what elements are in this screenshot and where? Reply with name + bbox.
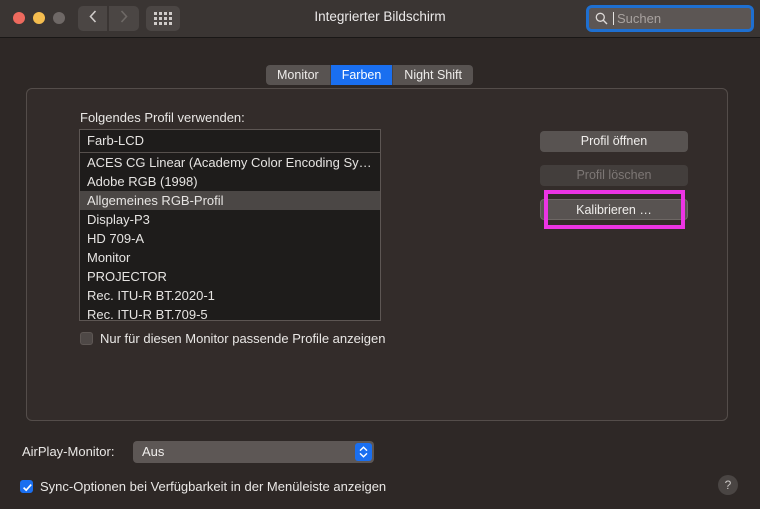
filter-profiles-checkbox[interactable]	[80, 332, 93, 345]
list-item[interactable]: PROJECTOR	[80, 267, 380, 286]
list-item[interactable]: ACES CG Linear (Academy Color Encoding S…	[80, 153, 380, 172]
chevron-up-down-icon[interactable]	[355, 443, 372, 461]
filter-profiles-label: Nur für diesen Monitor passende Profile …	[100, 331, 386, 346]
profile-list-label: Folgendes Profil verwenden:	[80, 110, 245, 125]
airplay-monitor-value: Aus	[142, 444, 165, 459]
search-field-inner[interactable]: Suchen	[589, 8, 751, 29]
profile-list-header: Farb-LCD	[80, 130, 380, 153]
filter-profiles-checkbox-row[interactable]: Nur für diesen Monitor passende Profile …	[80, 331, 385, 346]
list-item[interactable]: HD 709-A	[80, 229, 380, 248]
sync-options-checkbox-row[interactable]: Sync-Optionen bei Verfügbarkeit in der M…	[20, 479, 386, 494]
search-icon	[595, 12, 608, 25]
open-profile-button[interactable]: Profil öffnen	[540, 131, 688, 152]
tab-night-shift[interactable]: Night Shift	[393, 65, 473, 85]
tab-farben[interactable]: Farben	[330, 65, 394, 85]
tab-bar: Monitor Farben Night Shift	[266, 65, 473, 85]
search-text-cursor	[613, 12, 614, 25]
list-item[interactable]: Monitor	[80, 248, 380, 267]
search-field[interactable]: Suchen	[586, 5, 754, 32]
sync-options-label: Sync-Optionen bei Verfügbarkeit in der M…	[40, 479, 387, 494]
profile-list[interactable]: Farb-LCD ACES CG Linear (Academy Color E…	[79, 129, 381, 321]
help-button[interactable]: ?	[718, 475, 738, 495]
delete-profile-button: Profil löschen	[540, 165, 688, 186]
tab-monitor[interactable]: Monitor	[266, 65, 331, 85]
list-item[interactable]: Rec. ITU-R BT.709-5	[80, 305, 380, 320]
list-item[interactable]: Display-P3	[80, 210, 380, 229]
chevron-up-down-glyph	[359, 446, 368, 458]
airplay-monitor-label: AirPlay-Monitor:	[22, 444, 115, 459]
window-titlebar: Integrierter Bildschirm Suchen	[0, 0, 760, 38]
calibrate-button-highlight	[544, 190, 685, 229]
sync-options-checkbox[interactable]	[20, 480, 33, 493]
list-item[interactable]: Rec. ITU-R BT.2020-1	[80, 286, 380, 305]
list-item[interactable]: Adobe RGB (1998)	[80, 172, 380, 191]
airplay-monitor-select[interactable]: Aus	[133, 441, 374, 463]
list-item-selected[interactable]: Allgemeines RGB-Profil	[80, 191, 380, 210]
checkmark-icon	[22, 484, 32, 492]
search-placeholder: Suchen	[617, 11, 662, 26]
system-preferences-window: Integrierter Bildschirm Suchen Monitor F…	[0, 0, 760, 509]
